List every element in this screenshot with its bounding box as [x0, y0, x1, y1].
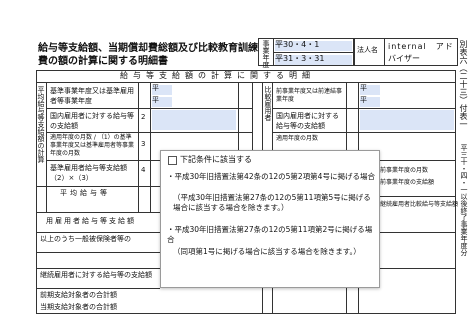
- condition-checkbox[interactable]: [168, 156, 177, 165]
- row3-num: 3: [141, 140, 146, 148]
- row2-amount-field[interactable]: [152, 110, 236, 130]
- row4-label: 基準雇用者給与等支給額（2）×（3）: [50, 164, 127, 182]
- section2-label: 用雇用者給与等支給額: [46, 217, 136, 225]
- right-row5-label: 継続雇用者比較給与等支給額: [380, 201, 459, 208]
- corporation-label: 法人名: [357, 46, 378, 54]
- condition-popup: 下記条件に該当する ・平成30年旧措置法第42条の12の5第2項第4号に掲げる場…: [160, 150, 380, 288]
- item2-note: （同項第1号に掲げる場合に該当する場合を除きます。）: [173, 247, 361, 256]
- row7-label: 以上のうち一般被保険者等の: [40, 235, 131, 243]
- item2-text: ・平成30年旧措置法第27条の12の5第11項第2号に掲げる場合: [167, 225, 373, 244]
- checkbox-label[interactable]: 下記条件に該当する: [180, 156, 252, 164]
- left-vertical-label: 平均給与等支給額の計算: [37, 86, 45, 163]
- form-title-line2: 費の額の計算に関する明細書: [38, 56, 168, 67]
- right-row2-label: 適用年度の月数: [276, 135, 319, 142]
- side-period-label: 平三十・四・一以後終了事業年度分: [460, 144, 468, 256]
- section-header: 給与等支給額の計算に関する明細: [120, 71, 315, 80]
- row8-label: 継続雇用者に対する給与等の支給額: [40, 271, 152, 279]
- right-row3-label: 前事業年度の月数: [380, 167, 429, 174]
- right-row1-amount-field[interactable]: [360, 110, 454, 130]
- right-era-from[interactable]: 平: [360, 85, 380, 95]
- business-period-label: 事業年度: [262, 40, 270, 68]
- row2-num: 2: [141, 113, 146, 121]
- corporation-name-line1[interactable]: internal アド: [388, 43, 454, 51]
- row10-label: 当期支給対象者の合計額: [40, 303, 117, 311]
- item1-note: （平成30年旧措置法第27条の12の5第11項第5号に掲げる場合に該当する場合を…: [173, 193, 371, 212]
- date-to-field[interactable]: 平31・3・31: [275, 55, 352, 65]
- row4-num: 4: [141, 166, 146, 174]
- form-title-line1: 給与等支給額、当期償却費総額及び比較教育訓練: [38, 43, 258, 54]
- row5-label: 平均給与等: [60, 189, 110, 197]
- right-vertical-label: 比較雇用者: [264, 86, 272, 121]
- right-era-to[interactable]: 平: [360, 97, 380, 107]
- row3-label: 適用年度の月数 / （1）の基準事業年度又は基準雇用者等事業年度の月数: [50, 134, 135, 157]
- row1-era-to[interactable]: 平: [152, 97, 172, 107]
- right-row1-label: 国内雇用者に対する給与等の支給額: [276, 112, 339, 130]
- right-period-label: 前事業年度又は前連結事業年度: [276, 88, 343, 103]
- right-row4-label: 前事業年度の支給額: [380, 179, 435, 186]
- side-form-label: 別表六（二十三）付表一: [459, 40, 468, 128]
- row1-era-from[interactable]: 平: [152, 85, 172, 95]
- date-from-field[interactable]: 平30・4・1: [275, 41, 352, 51]
- row2-label: 国内雇用者に対する給与等の支給額: [50, 112, 134, 130]
- row9-label: 前期支給対象者の合計額: [40, 291, 117, 299]
- item1-text: ・平成30年旧措置法第42条の12の5第2項第4号に掲げる場合: [167, 172, 375, 181]
- row1-label: 基準事業年度又は基準雇用者等事業年度: [50, 87, 134, 105]
- corporation-name-line2: バイザー: [388, 54, 420, 63]
